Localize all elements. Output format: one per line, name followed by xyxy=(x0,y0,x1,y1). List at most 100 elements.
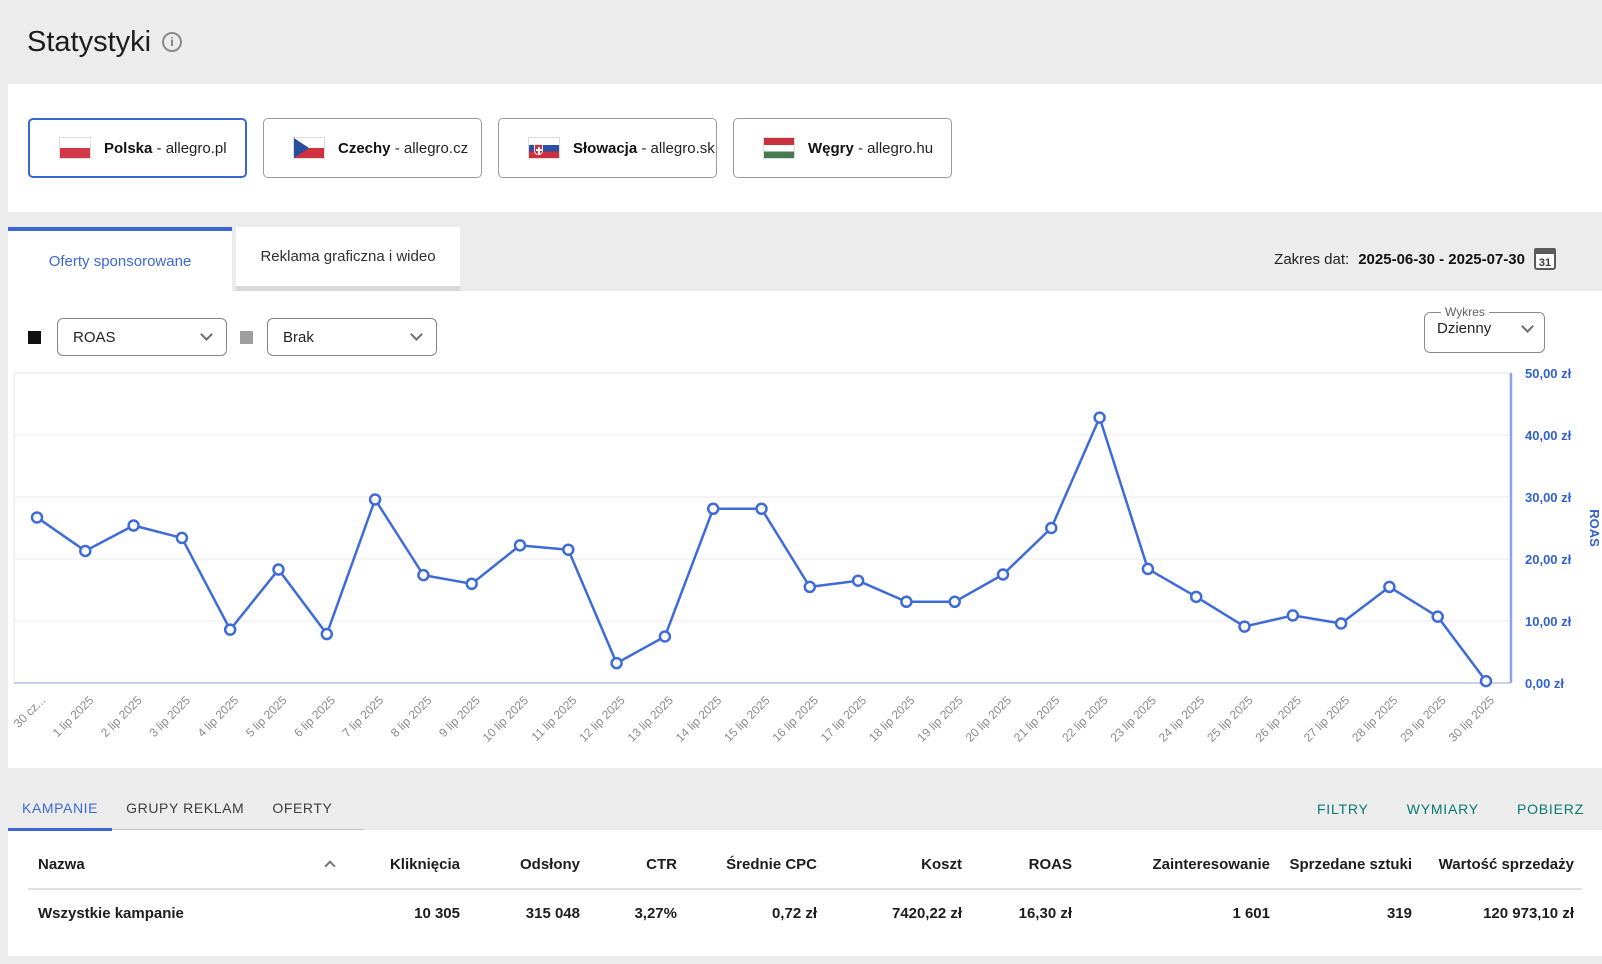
market-domain: - allegro.sk xyxy=(641,139,715,157)
x-axis-tick-label: 12 lip 2025 xyxy=(576,693,628,745)
x-axis-tick-label: 2 lip 2025 xyxy=(98,693,145,740)
x-axis-tick-label: 8 lip 2025 xyxy=(388,693,435,740)
market-domain: - allegro.pl xyxy=(156,139,227,157)
slovakia-flag-icon xyxy=(528,137,560,159)
tab-reklama-graficzna-i-wideo[interactable]: Reklama graficzna i wideo xyxy=(236,227,460,291)
market-button-wegry[interactable]: Węgry - allegro.hu xyxy=(733,118,952,178)
data-point xyxy=(1045,521,1058,535)
data-point xyxy=(900,595,913,609)
chevron-down-icon xyxy=(1521,319,1534,333)
czech-flag-icon xyxy=(293,137,325,159)
data-point xyxy=(1479,674,1493,688)
x-axis-tick-label: 30 cz... xyxy=(11,693,48,730)
sort-ascending-icon xyxy=(324,859,336,872)
data-point xyxy=(320,627,334,641)
table-cell: 1 601 xyxy=(1232,905,1270,922)
column-header-klikni-cia[interactable]: Kliknięcia xyxy=(346,830,468,890)
data-point xyxy=(1286,609,1300,622)
hungary-flag-icon xyxy=(763,137,795,159)
market-button-czechy[interactable]: Czechy - allegro.cz xyxy=(263,118,482,178)
x-axis-tick-label: 27 lip 2025 xyxy=(1301,693,1353,745)
market-button-slowacja[interactable]: Słowacja - allegro.sk xyxy=(498,118,717,178)
campaigns-table-card: Nazwa Kliknięcia Odsłony CTR Średnie CPC Kosz… xyxy=(8,830,1602,956)
column-header--rednie-cpc[interactable]: Średnie CPC xyxy=(685,830,825,890)
table-cell: 319 xyxy=(1386,905,1412,922)
table-cell: 7420,22 zł xyxy=(891,905,962,922)
tab-oferty-sponsorowane[interactable]: Oferty sponsorowane xyxy=(8,227,232,291)
x-axis-tick-label: 6 lip 2025 xyxy=(291,693,338,740)
roas-daily-line-chart: 0,00 zł 10,00 zł 20,00 zł 30,00 zł 40,00 zł 5… xyxy=(11,366,1602,745)
x-axis-tick-label: 15 lip 2025 xyxy=(721,693,773,745)
tab-oferty[interactable]: OFERTY xyxy=(258,789,346,829)
chart-area: 0,00 zł 10,00 zł 20,00 zł 30,00 zł 40,00 zł 5… xyxy=(8,363,1602,768)
table-cell: 3,27% xyxy=(634,905,677,922)
tab-kampanie[interactable]: KAMPANIE xyxy=(8,789,113,831)
x-axis-tick-label: 17 lip 2025 xyxy=(818,693,870,745)
x-axis-tick-label: 26 lip 2025 xyxy=(1253,693,1305,745)
chart-granularity-label: Wykres xyxy=(1445,305,1485,319)
chart-section: ROAS Brak Wykres Dzienny 0,00 zł 10,00 zł… xyxy=(8,291,1602,768)
column-header-nazwa[interactable]: Nazwa xyxy=(28,830,346,890)
page-title: Statystyki xyxy=(27,25,152,58)
x-axis-tick-label: 25 lip 2025 xyxy=(1204,693,1256,745)
column-header-label: Nazwa xyxy=(38,856,85,873)
x-axis-tick-label: 28 lip 2025 xyxy=(1349,693,1401,745)
column-header-roas[interactable]: ROAS xyxy=(970,830,1080,890)
dimensions-button[interactable]: WYMIARY xyxy=(1407,801,1479,817)
ad-type-tabstrip: Oferty sponsorowane Reklama graficzna i … xyxy=(8,227,1602,291)
poland-flag-icon xyxy=(59,137,91,159)
data-point xyxy=(1093,411,1106,424)
markets-band: Polska - allegro.pl Czechy - allegro.cz … xyxy=(8,84,1602,212)
calendar-icon[interactable]: 31 xyxy=(1534,248,1556,270)
date-range-picker[interactable]: Zakres dat: 2025-06-30 - 2025-07-30 31 xyxy=(1274,227,1556,291)
data-point xyxy=(175,531,189,545)
y-axis-tick-label: 0,00 zł xyxy=(1525,676,1564,691)
data-point xyxy=(368,493,382,506)
data-point xyxy=(1431,610,1444,623)
column-header-koszt[interactable]: Koszt xyxy=(825,830,970,890)
info-icon[interactable]: i xyxy=(162,32,183,52)
data-point xyxy=(1141,562,1155,576)
market-name: Słowacja xyxy=(573,139,638,157)
table-row: Wszystkie kampanie 10 305 315 048 3,27% 0,72… xyxy=(28,890,1582,935)
data-point xyxy=(996,568,1010,581)
x-axis-tick-label: 20 lip 2025 xyxy=(963,693,1015,745)
table-actions: FILTRY WYMIARY POBIERZ xyxy=(1317,801,1584,830)
secondary-metric-select[interactable]: Brak xyxy=(267,318,437,356)
y-axis-title: ROAS xyxy=(1587,509,1602,547)
tab-grupy-reklam[interactable]: GRUPY REKLAM xyxy=(112,789,258,829)
data-point xyxy=(851,574,865,587)
data-point xyxy=(1334,617,1348,630)
data-point xyxy=(562,543,575,556)
table-cell: 16,30 zł xyxy=(1018,905,1072,922)
data-point xyxy=(223,623,237,636)
filters-button[interactable]: FILTRY xyxy=(1317,801,1369,817)
column-header-ctr[interactable]: CTR xyxy=(588,830,685,890)
x-axis-tick-label: 11 lip 2025 xyxy=(529,693,580,744)
roas-series-line xyxy=(36,416,1488,682)
market-domain: - allegro.cz xyxy=(394,139,469,157)
column-header-zainteresowanie[interactable]: Zainteresowanie xyxy=(1080,830,1278,890)
column-header-sprzedane-sztuki[interactable]: Sprzedane sztuki xyxy=(1278,830,1420,890)
x-axis-tick-label: 10 lip 2025 xyxy=(480,693,532,745)
table-cell: 0,72 zł xyxy=(771,905,817,922)
x-axis-tick-label: 18 lip 2025 xyxy=(866,693,918,745)
table-header-row: Nazwa Kliknięcia Odsłony CTR Średnie CPC Kosz… xyxy=(28,830,1582,890)
primary-metric-select[interactable]: ROAS xyxy=(57,318,227,356)
table-toolbar: KAMPANIE GRUPY REKLAM OFERTY FILTRY WYMI… xyxy=(8,768,1602,831)
market-button-polska[interactable]: Polska - allegro.pl xyxy=(28,118,247,178)
data-point xyxy=(272,563,285,576)
chart-granularity-select[interactable]: Wykres Dzienny xyxy=(1424,305,1545,353)
column-header-warto-sprzeda-y[interactable]: Wartość sprzedaży xyxy=(1420,830,1582,890)
date-range-label: Zakres dat: xyxy=(1274,250,1350,268)
x-axis-tick-label: 5 lip 2025 xyxy=(243,693,290,740)
x-axis-tick-label: 19 lip 2025 xyxy=(914,693,966,745)
data-point xyxy=(513,539,527,552)
data-point xyxy=(1383,580,1396,594)
data-point xyxy=(30,511,44,524)
column-header-ods-ony[interactable]: Odsłony xyxy=(468,830,588,890)
secondary-series-swatch xyxy=(240,330,253,344)
download-button[interactable]: POBIERZ xyxy=(1517,801,1584,817)
data-point xyxy=(658,630,672,643)
date-range-value: 2025-06-30 - 2025-07-30 xyxy=(1358,250,1525,268)
